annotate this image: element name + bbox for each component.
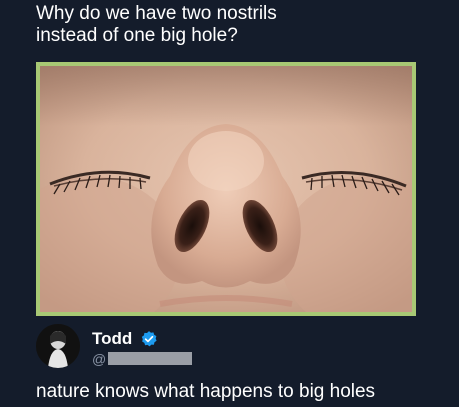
avatar[interactable] — [36, 324, 80, 368]
post-question-text: Why do we have two nostrils instead of o… — [36, 3, 277, 46]
verified-badge-icon — [141, 331, 157, 347]
handle-prefix: @ — [92, 351, 107, 367]
avatar-image — [36, 324, 80, 368]
meme-post: Why do we have two nostrils instead of o… — [0, 0, 459, 407]
redacted-handle — [108, 352, 192, 365]
display-name[interactable]: Todd — [92, 329, 132, 349]
nose-closeup-photo — [40, 66, 412, 312]
reply-text: nature knows what happens to big holes — [36, 381, 376, 402]
photo-frame — [36, 62, 416, 316]
reply-author: Todd @ — [36, 324, 416, 372]
